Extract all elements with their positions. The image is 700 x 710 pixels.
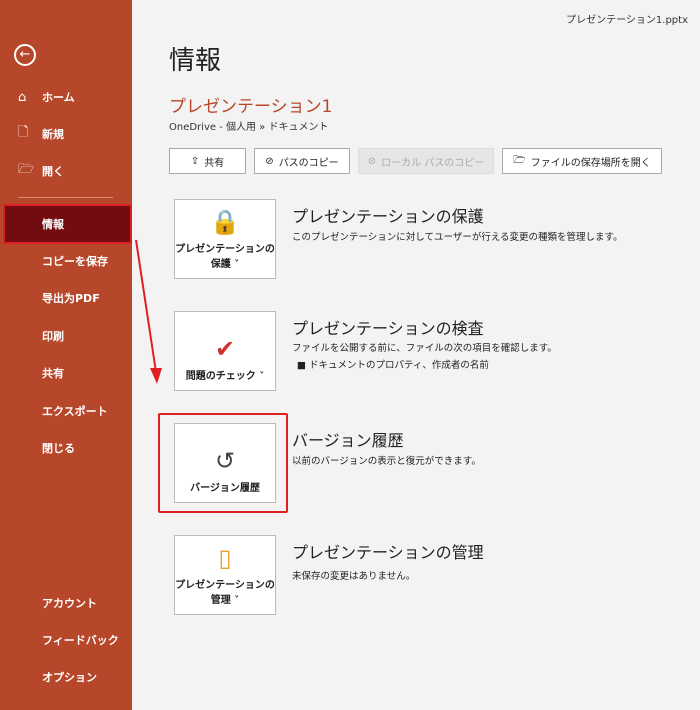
share-button[interactable]: ⇪ 共有 [169, 148, 246, 174]
nav-options[interactable]: オプション [0, 659, 132, 695]
open-file-location-button[interactable]: 🗁 ファイルの保存場所を開く [502, 148, 662, 174]
nav-feedback[interactable]: フィードバック [0, 622, 132, 658]
protect-presentation-button[interactable]: 🔒 プレゼンテーションの保護 ˅ [174, 199, 276, 279]
new-file-icon: 🗋 [18, 125, 29, 140]
backstage-sidebar: ← ⌂ ホーム 🗋 新規 🗁 開く 情報 コピーを保存 导出为PDF 印刷 共有 エク… [0, 0, 132, 710]
nav-save-copy[interactable]: コピーを保存 [0, 243, 132, 279]
nav-share[interactable]: 共有 [0, 355, 132, 391]
document-icon: ▯ [218, 544, 232, 572]
nav-export-pdf[interactable]: 导出为PDF [0, 280, 132, 316]
share-icon: ⇪ [190, 155, 200, 167]
section-title: プレゼンテーションの管理 [292, 543, 484, 562]
home-icon: ⌂ [18, 89, 27, 105]
highlight-box [158, 413, 288, 513]
bullet-item: ■ ドキュメントのプロパティ、作成者の名前 [297, 360, 489, 371]
nav-account[interactable]: アカウント [0, 585, 132, 621]
section-title: プレゼンテーションの保護 [292, 207, 484, 226]
divider [18, 197, 113, 198]
section-title: プレゼンテーションの検査 [292, 319, 484, 338]
section-desc: 以前のバージョンの表示と復元ができます。 [292, 456, 481, 467]
page-title: 情報 [169, 46, 222, 76]
nav-open[interactable]: 🗁 開く [0, 153, 132, 189]
nav-home[interactable]: ⌂ ホーム [0, 79, 132, 115]
nav-export[interactable]: エクスポート [0, 393, 132, 429]
link-icon: ⊘ [367, 155, 377, 167]
copy-local-path-button: ⊘ ローカル パスのコピー [358, 148, 494, 174]
folder-icon: 🗁 [513, 154, 526, 166]
section-desc: このプレゼンテーションに対してユーザーが行える変更の種類を管理します。 [292, 232, 623, 243]
window-filename: プレゼンテーション1.pptx [566, 15, 688, 26]
back-button[interactable]: ← [14, 44, 36, 66]
manage-presentation-button[interactable]: ▯ プレゼンテーションの管理 ˅ [174, 535, 276, 615]
document-name: プレゼンテーション1 [169, 97, 333, 117]
section-desc: 未保存の変更はありません。 [292, 571, 416, 582]
section-title: バージョン履歴 [292, 431, 404, 450]
copy-path-button[interactable]: ⊘ パスのコピー [254, 148, 350, 174]
section-desc: ファイルを公開する前に、ファイルの次の項目を確認します。 [292, 343, 557, 354]
nav-print[interactable]: 印刷 [0, 318, 132, 354]
info-pane: プレゼンテーション1.pptx 情報 プレゼンテーション1 OneDrive -… [132, 0, 700, 710]
lock-key-icon: 🔒 [210, 208, 240, 236]
document-path[interactable]: OneDrive - 個人用 » ドキュメント [169, 118, 328, 133]
check-issues-button[interactable]: ✔ 問題のチェック ˅ [174, 311, 276, 391]
link-icon: ⊘ [265, 155, 274, 167]
nav-new[interactable]: 🗋 新規 [0, 116, 132, 152]
document-check-icon: ✔ [214, 335, 236, 363]
nav-info[interactable]: 情報 [3, 204, 132, 244]
nav-close[interactable]: 閉じる [0, 430, 132, 466]
folder-icon: 🗁 [18, 162, 35, 177]
